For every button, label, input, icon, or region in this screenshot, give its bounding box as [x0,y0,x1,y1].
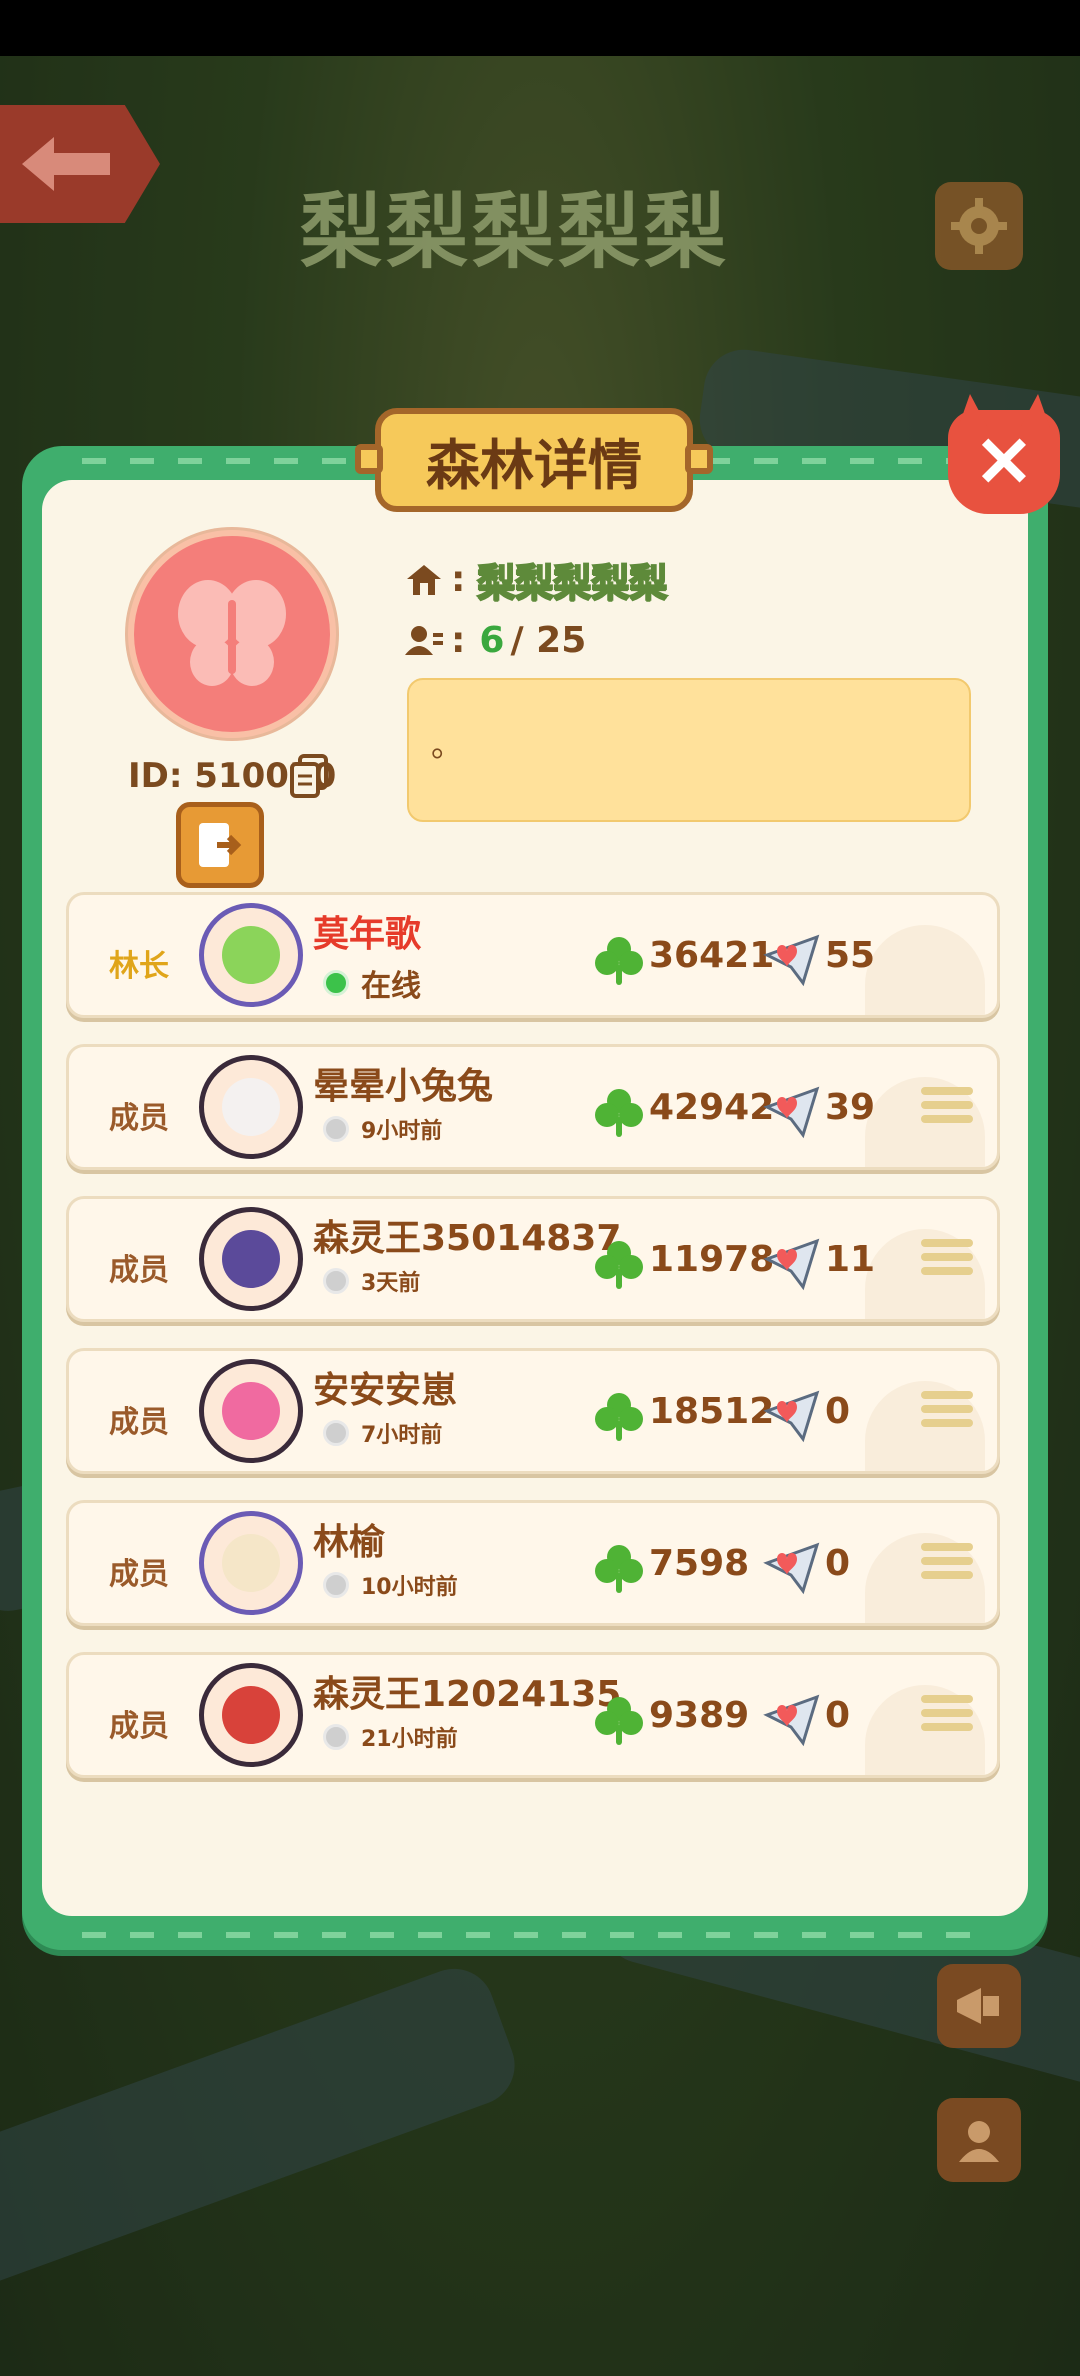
forest-name: 梨梨梨梨梨 [476,560,668,606]
member-status-text: 21小时前 [361,1727,458,1752]
member-avatar[interactable] [199,1511,303,1615]
profile-icon [959,2121,999,2162]
member-avatar[interactable] [199,1663,303,1767]
exit-icon [199,823,242,867]
ghost-decoration [865,925,985,1015]
member-row[interactable]: 成员 晕晕小兔兔 9小时前 42942 39 [66,1044,1000,1170]
close-button[interactable]: ✕ [948,410,1060,514]
forest-avatar [128,530,336,738]
clover-icon [595,1089,643,1137]
clover-icon [595,1697,643,1745]
member-status: 10小时前 [323,1569,458,1601]
member-status-text: 10小时前 [361,1575,458,1600]
forest-notice: 。 [407,678,971,822]
member-row[interactable]: 林长 莫年歌 在线 36421 55 [66,892,1000,1018]
member-avatar[interactable] [199,1207,303,1311]
member-row[interactable]: 成员 森灵王12024135 21小时前 9389 0 [66,1652,1000,1778]
member-count-current: 6 [479,620,505,661]
offline-status-icon [323,1116,349,1142]
member-row[interactable]: 成员 安安安崽 7小时前 18512 0 [66,1348,1000,1474]
member-likes: 0 [825,1391,851,1432]
member-status-text: 9小时前 [361,1119,443,1144]
member-name: 森灵王12024135 [313,1674,622,1715]
member-name: 晕晕小兔兔 [313,1066,494,1107]
heart-mail-icon [763,1542,820,1595]
heart-mail-icon [763,1238,820,1291]
member-score: 7598 [649,1543,750,1584]
member-menu-button[interactable] [921,1391,973,1441]
member-likes: 55 [825,935,876,976]
world-title: 梨梨梨梨梨 [300,185,731,280]
close-icon: ✕ [974,423,1034,501]
offline-status-icon [323,1268,349,1294]
member-avatar[interactable] [199,1055,303,1159]
member-name: 莫年歌 [313,914,422,955]
clover-icon [595,1241,643,1289]
announcement-button[interactable] [937,1964,1021,2048]
member-likes: 11 [825,1239,876,1280]
member-status: 7小时前 [323,1417,442,1449]
heart-mail-icon [763,1086,820,1139]
settings-button[interactable] [935,182,1023,270]
offline-status-icon [323,1724,349,1750]
heart-mail-icon [763,1390,820,1443]
heart-mail-icon [763,934,820,987]
member-likes: 0 [825,1695,851,1736]
member-status-text: 3天前 [361,1271,421,1296]
member-menu-button[interactable] [921,1543,973,1593]
member-likes: 0 [825,1543,851,1584]
member-name: 安安安崽 [313,1370,458,1411]
copy-icon[interactable] [288,754,330,798]
member-role: 成员 [109,1557,169,1592]
member-score: 36421 [649,935,775,976]
member-score: 18512 [649,1391,775,1432]
butterfly-icon [178,580,286,686]
offline-status-icon [323,1420,349,1446]
member-role: 成员 [109,1253,169,1288]
member-status: 21小时前 [323,1721,458,1753]
clover-icon [595,937,643,985]
member-row[interactable]: 成员 林榆 10小时前 7598 0 [66,1500,1000,1626]
member-likes: 39 [825,1087,876,1128]
offline-status-icon [323,1572,349,1598]
leave-forest-button[interactable] [176,802,264,888]
member-name: 林榆 [313,1522,386,1563]
member-role: 林长 [109,949,169,984]
member-avatar[interactable] [199,903,303,1007]
member-avatar[interactable] [199,1359,303,1463]
member-status-text: 7小时前 [361,1423,443,1448]
clover-icon [595,1545,643,1593]
member-count-row: : 6 / 25 [405,620,586,661]
member-status: 在线 [323,961,421,1005]
member-role: 成员 [109,1101,169,1136]
member-score: 9389 [649,1695,750,1736]
online-status-icon [323,970,349,996]
member-menu-button[interactable] [921,1087,973,1137]
member-menu-button[interactable] [921,1239,973,1289]
member-menu-button[interactable] [921,1695,973,1745]
member-status: 3天前 [323,1265,420,1297]
member-role: 成员 [109,1709,169,1744]
heart-mail-icon [763,1694,820,1747]
member-status-text: 在线 [361,969,421,1004]
panel-title: 森林详情 [355,408,713,512]
member-role: 成员 [109,1405,169,1440]
member-score: 42942 [649,1087,775,1128]
home-icon [407,564,441,595]
arrow-left-icon [22,137,110,191]
member-count-total: / 25 [510,620,587,661]
member-name: 森灵王35014837 [313,1218,622,1259]
forest-name-row: : 梨梨梨梨梨 [405,552,668,607]
gear-icon [951,198,1007,254]
member-row[interactable]: 成员 森灵王35014837 3天前 11978 11 [66,1196,1000,1322]
profile-button[interactable] [937,2098,1021,2182]
member-score: 11978 [649,1239,775,1280]
member-status: 9小时前 [323,1113,442,1145]
members-icon [405,625,443,655]
megaphone-icon [957,1988,999,2024]
clover-icon [595,1393,643,1441]
